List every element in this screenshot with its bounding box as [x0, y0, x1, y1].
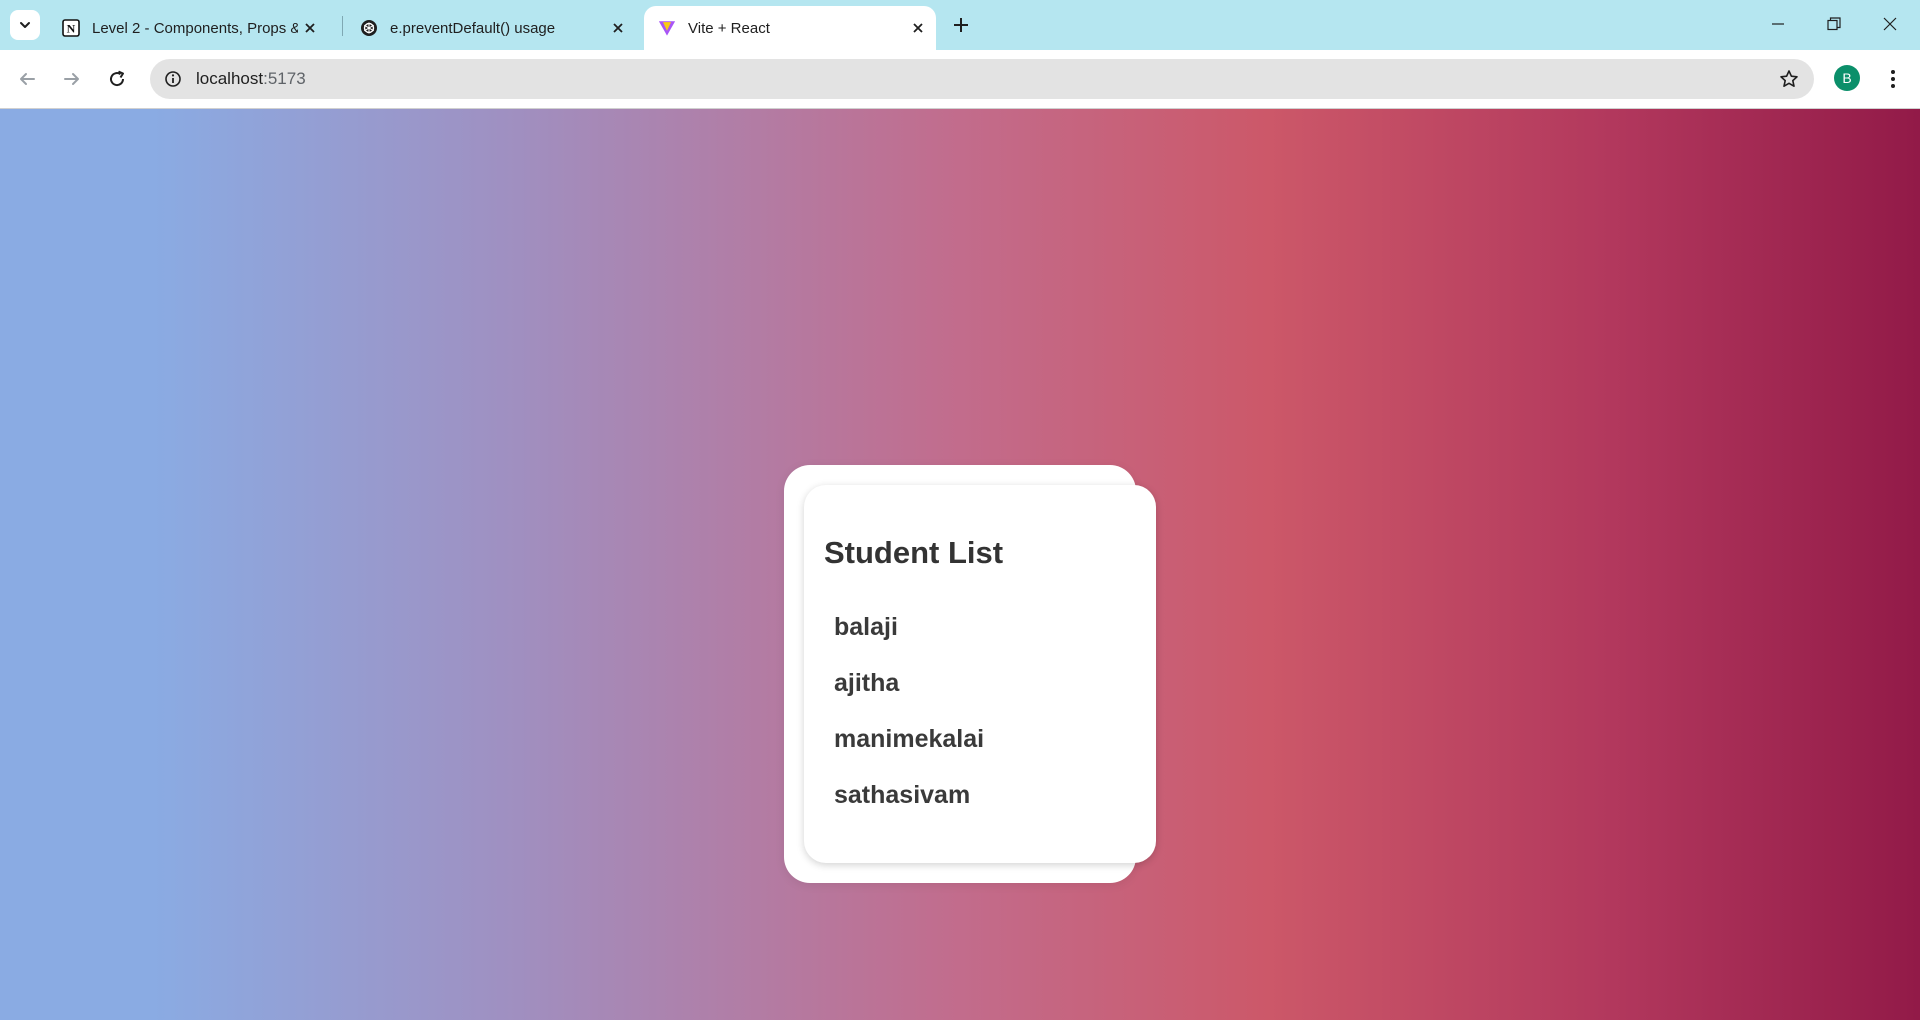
- restore-button[interactable]: [1806, 0, 1862, 48]
- menu-button[interactable]: [1880, 62, 1906, 96]
- page-title: Student List: [824, 535, 1004, 570]
- close-icon[interactable]: [906, 16, 930, 40]
- tab-title: e.preventDefault() usage: [390, 19, 556, 37]
- minimize-icon: [1772, 23, 1784, 25]
- vite-icon: [658, 19, 676, 37]
- close-icon: [1883, 17, 1897, 31]
- tab-search-button[interactable]: [10, 10, 40, 40]
- plus-icon: [954, 18, 968, 32]
- reload-icon: [110, 70, 125, 87]
- tab-title: Level 2 - Components, Props &: [92, 19, 298, 37]
- student-item: ajitha: [834, 669, 900, 697]
- tab-strip: N Level 2 - Components, Props & e.preven…: [0, 0, 1920, 50]
- url-text: localhost:5173: [196, 69, 306, 89]
- tab-title: Vite + React: [688, 19, 770, 37]
- close-window-button[interactable]: [1862, 0, 1918, 48]
- url-host: localhost: [196, 69, 264, 88]
- browser-toolbar: localhost:5173 B: [0, 50, 1920, 109]
- minimize-button[interactable]: [1750, 0, 1806, 48]
- chevron-down-icon: [20, 22, 30, 28]
- arrow-right-icon: [64, 73, 79, 85]
- reload-button[interactable]: [100, 62, 134, 96]
- forward-button[interactable]: [55, 62, 89, 96]
- student-list-card: Student List balaji ajitha manimekalai s…: [804, 485, 1156, 863]
- url-port: :5173: [263, 69, 306, 88]
- profile-avatar[interactable]: B: [1834, 65, 1860, 91]
- more-vertical-icon: [1891, 70, 1895, 88]
- student-item: sathasivam: [834, 781, 971, 809]
- tab-notion[interactable]: N Level 2 - Components, Props &: [48, 6, 328, 50]
- close-icon[interactable]: [606, 16, 630, 40]
- restore-icon: [1827, 17, 1841, 31]
- tab-divider: [342, 16, 343, 36]
- notion-icon: N: [62, 19, 80, 37]
- tab-chatgpt[interactable]: e.preventDefault() usage: [346, 6, 636, 50]
- student-item: manimekalai: [834, 725, 985, 753]
- site-info-icon[interactable]: [162, 68, 184, 90]
- address-bar[interactable]: localhost:5173: [150, 59, 1814, 99]
- svg-text:N: N: [67, 22, 76, 36]
- student-item: balaji: [834, 613, 898, 641]
- close-icon[interactable]: [298, 16, 322, 40]
- chatgpt-icon: [360, 19, 378, 37]
- bookmark-star-icon[interactable]: [1778, 68, 1800, 90]
- back-button[interactable]: [10, 62, 44, 96]
- arrow-left-icon: [20, 73, 35, 85]
- tab-vite-react[interactable]: Vite + React: [644, 6, 936, 50]
- new-tab-button[interactable]: [946, 10, 976, 40]
- page-background: Student List balaji ajitha manimekalai s…: [0, 109, 1920, 1020]
